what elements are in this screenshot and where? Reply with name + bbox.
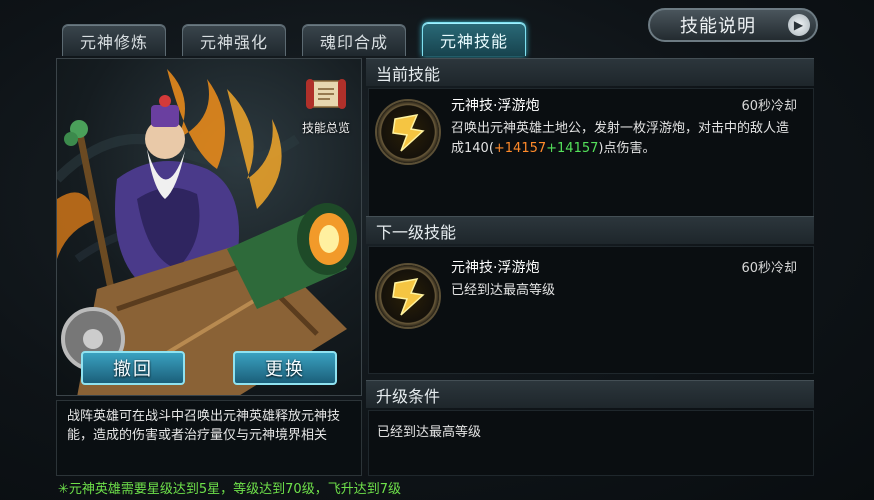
revoke-button[interactable]: 撤回 xyxy=(81,351,185,385)
current-skill-name: 元神技·浮游炮 xyxy=(451,98,540,114)
upgrade-conditions-header: 升级条件 xyxy=(366,380,814,408)
next-skill-section: 元神技·浮游炮 60秒冷却 已经到达最高等级 xyxy=(368,246,814,374)
floating-cannon-skill-icon[interactable] xyxy=(377,101,439,163)
hero-portrait-panel: 技能总览 撤回 更换 xyxy=(56,58,362,396)
replace-button[interactable]: 更换 xyxy=(233,351,337,385)
current-skill-bonus-green: +14157 xyxy=(546,141,599,156)
current-skill-desc-suffix: )点伤害。 xyxy=(598,141,656,156)
current-skill-cooldown: 60秒冷却 xyxy=(741,99,797,114)
tab-soul-training[interactable]: 元神修炼 xyxy=(62,24,166,56)
current-skill-bonus-orange: +14157 xyxy=(493,141,547,156)
skill-info-panel: 当前技能 元神技·浮游炮 60秒冷却 召唤出元神英雄土地公，发射一枚浮游炮，对击… xyxy=(366,58,814,476)
upgrade-conditions-section: 已经到达最高等级 xyxy=(368,410,814,476)
current-skill-header: 当前技能 xyxy=(366,58,814,86)
requirement-note: ✳元神英雄需要星级达到5星，等级达到70级，飞升达到7级 xyxy=(58,482,401,497)
skill-help-button[interactable]: 技能说明 ▶ xyxy=(648,8,818,42)
current-skill-section: 元神技·浮游炮 60秒冷却 召唤出元神英雄土地公，发射一枚浮游炮，对击中的敌人造… xyxy=(368,88,814,218)
next-floating-cannon-skill-icon[interactable] xyxy=(377,265,439,327)
next-skill-cooldown: 60秒冷却 xyxy=(741,261,797,276)
tab-soul-seal-synthesis[interactable]: 魂印合成 xyxy=(302,24,406,56)
lightning-rune-icon xyxy=(392,278,425,316)
tab-soul-skills[interactable]: 元神技能 xyxy=(422,22,526,56)
skill-overview-button[interactable]: 技能总览 xyxy=(293,77,359,136)
hero-description: 战阵英雄可在战斗中召唤出元神英雄释放元神技能，造成的伤害或者治疗量仅与元神境界相… xyxy=(56,400,362,476)
scroll-icon xyxy=(306,79,346,109)
tab-soul-enhance[interactable]: 元神强化 xyxy=(182,24,286,56)
next-skill-description: 已经到达最高等级 xyxy=(451,283,556,298)
play-arrow-icon: ▶ xyxy=(788,14,810,36)
tab-bar: 元神修炼 元神强化 魂印合成 元神技能 xyxy=(62,22,526,58)
current-skill-description: 召唤出元神英雄土地公，发射一枚浮游炮，对击中的敌人造成140(+14157+14… xyxy=(451,119,801,159)
upgrade-conditions-text: 已经到达最高等级 xyxy=(377,425,482,440)
skill-help-label: 技能说明 xyxy=(680,16,756,37)
skill-overview-label: 技能总览 xyxy=(301,121,350,135)
lightning-rune-icon xyxy=(392,114,425,152)
next-skill-header: 下一级技能 xyxy=(366,216,814,244)
next-skill-name: 元神技·浮游炮 xyxy=(451,260,540,276)
